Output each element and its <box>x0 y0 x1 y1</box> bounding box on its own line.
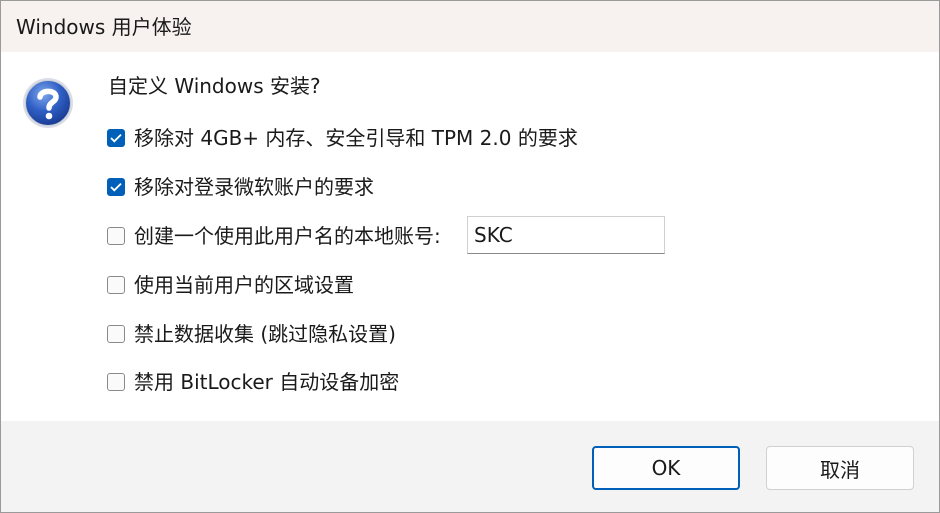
option-disable-data-collection[interactable]: 禁止数据收集 (跳过隐私设置) <box>107 320 396 348</box>
title-bar[interactable]: Windows 用户体验 <box>1 1 939 52</box>
option-disable-bitlocker[interactable]: 禁用 BitLocker 自动设备加密 <box>107 368 399 396</box>
question-icon <box>23 78 73 128</box>
checkbox-disable-bitlocker[interactable] <box>107 373 125 391</box>
checkbox-disable-data-collection[interactable] <box>107 325 125 343</box>
checkbox-use-current-region[interactable] <box>107 276 125 294</box>
ok-button[interactable]: OK <box>592 446 740 490</box>
dialog-window: Windows 用户体验 自定义 Windows 安装? 移除对 4GB+ 内存… <box>0 0 940 513</box>
option-remove-hw-requirements[interactable]: 移除对 4GB+ 内存、安全引导和 TPM 2.0 的要求 <box>107 124 578 152</box>
prompt-heading: 自定义 Windows 安装? <box>108 74 321 98</box>
option-label: 移除对 4GB+ 内存、安全引导和 TPM 2.0 的要求 <box>134 126 578 150</box>
checkbox-remove-msa-requirement[interactable] <box>107 178 125 196</box>
option-label: 使用当前用户的区域设置 <box>134 273 354 297</box>
option-label: 禁用 BitLocker 自动设备加密 <box>134 370 400 394</box>
option-remove-msa-requirement[interactable]: 移除对登录微软账户的要求 <box>107 173 374 201</box>
cancel-button[interactable]: 取消 <box>766 446 914 490</box>
username-input[interactable] <box>467 216 665 254</box>
checkbox-remove-hw-requirements[interactable] <box>107 129 125 147</box>
option-label: 创建一个使用此用户名的本地账号: <box>134 224 441 248</box>
checkbox-create-local-account[interactable] <box>107 227 125 245</box>
window-title: Windows 用户体验 <box>16 15 192 39</box>
option-label: 禁止数据收集 (跳过隐私设置) <box>134 322 396 346</box>
option-use-current-region[interactable]: 使用当前用户的区域设置 <box>107 271 354 299</box>
option-label: 移除对登录微软账户的要求 <box>134 175 374 199</box>
option-create-local-account[interactable]: 创建一个使用此用户名的本地账号: <box>107 222 441 250</box>
